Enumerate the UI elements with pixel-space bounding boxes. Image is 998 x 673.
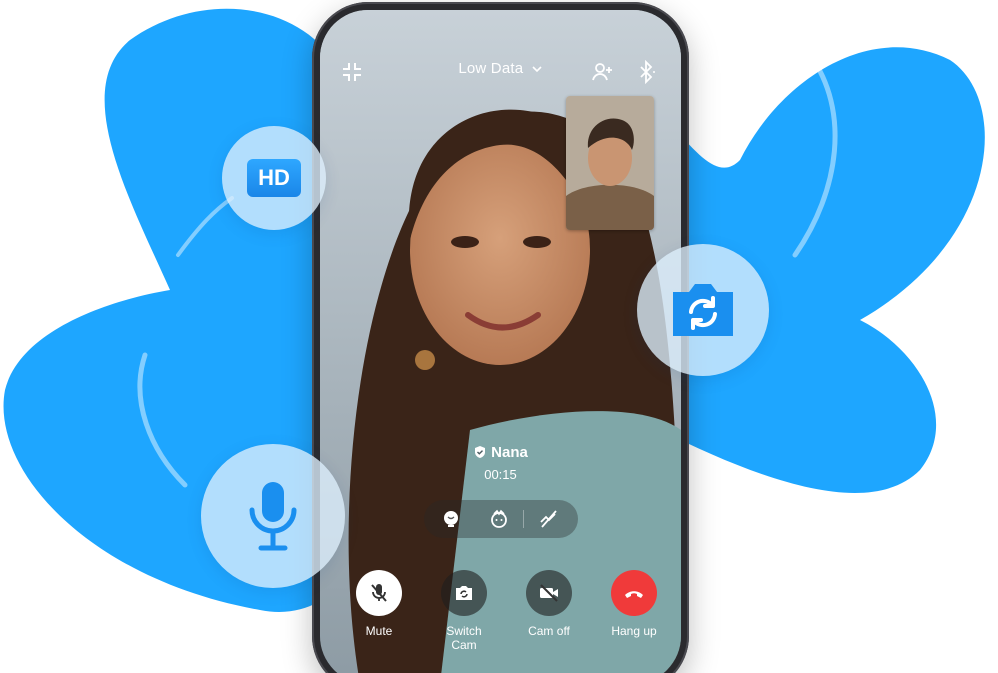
low-bandwidth-icon[interactable] [538, 508, 560, 530]
cam-off-label: Cam off [528, 624, 570, 638]
self-view-pip[interactable] [566, 96, 654, 230]
hang-up-label: Hang up [611, 624, 657, 638]
shield-check-icon [475, 446, 486, 458]
promo-stage: Low Data Nana 00:15 Mute Switch Cam Cam … [0, 0, 998, 673]
mute-button[interactable] [356, 570, 402, 616]
cam-off-button[interactable] [526, 570, 572, 616]
caller-info: Nana 00:15 [320, 444, 681, 482]
effects-toolbar [424, 500, 578, 538]
camera-switch-icon [673, 284, 733, 336]
face-effect-icon[interactable] [488, 508, 510, 530]
bluetooth-icon[interactable] [634, 60, 658, 84]
hang-up-button[interactable] [611, 570, 657, 616]
call-screen: Low Data Nana 00:15 Mute Switch Cam Cam … [320, 10, 681, 673]
chevron-down-icon [532, 66, 542, 73]
switch-cam-label: Switch Cam [446, 624, 482, 652]
mute-control: Mute [339, 570, 419, 638]
phone-hangup-icon [625, 591, 643, 598]
video-off-icon [540, 584, 558, 602]
caller-name-row: Nana [320, 444, 681, 461]
hd-feature-bubble: HD [222, 126, 326, 230]
beauty-icon[interactable] [440, 508, 462, 530]
add-user-icon[interactable] [590, 60, 614, 84]
microphone-icon [249, 482, 297, 551]
hd-badge: HD [247, 159, 301, 197]
mute-label: Mute [365, 624, 393, 638]
switch-cam-control: Switch Cam [424, 570, 504, 652]
data-mode-selector[interactable]: Low Data [320, 60, 681, 77]
camera-switch-feature-bubble [637, 244, 769, 376]
mic-off-icon [371, 584, 387, 602]
phone-frame: Low Data Nana 00:15 Mute Switch Cam Cam … [312, 2, 689, 673]
effects-divider [523, 510, 524, 528]
microphone-feature-bubble [201, 444, 345, 588]
data-mode-label: Low Data [458, 60, 524, 77]
self-video [566, 96, 654, 230]
cam-off-control: Cam off [509, 570, 589, 638]
caller-name: Nana [491, 444, 528, 461]
call-top-bar: Low Data [320, 54, 681, 90]
call-duration: 00:15 [484, 467, 517, 482]
hang-up-control: Hang up [594, 570, 674, 638]
switch-cam-button[interactable] [441, 570, 487, 616]
camera-switch-icon [456, 586, 472, 600]
